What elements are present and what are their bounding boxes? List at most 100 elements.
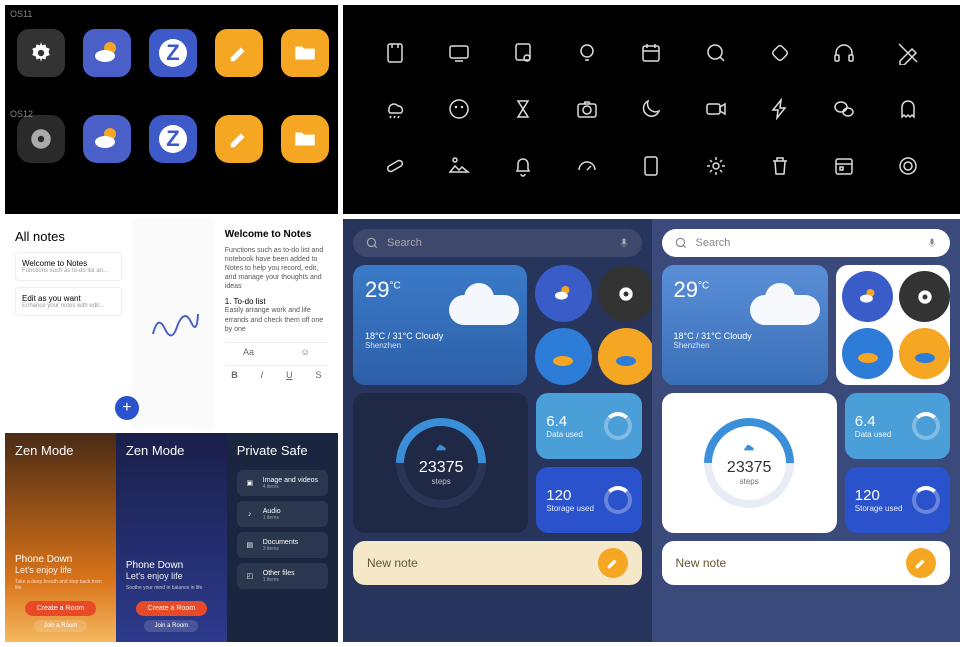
- note-card[interactable]: Edit as you want Enhance your notes with…: [15, 287, 122, 316]
- trash-icon: [768, 154, 792, 178]
- safe-item-other[interactable]: ◰Other files1 items: [237, 563, 328, 589]
- files-icon[interactable]: [281, 115, 329, 163]
- search-icon: [365, 236, 379, 250]
- notes-title: All notes: [15, 229, 122, 244]
- settings-icon[interactable]: [17, 115, 65, 163]
- private-safe: Private Safe ▣Image and videos4 items ♪A…: [227, 433, 338, 642]
- face-icon: [447, 97, 471, 121]
- dashboard-light: Search 29°C 18°C / 31°C Cloudy Shenzhen …: [652, 219, 960, 642]
- weather-shortcut[interactable]: [535, 265, 592, 322]
- safe-item-docs[interactable]: ▤Documents3 items: [237, 532, 328, 558]
- camera-icon: [575, 97, 599, 121]
- search-icon: [674, 236, 688, 250]
- os11-label: OS11: [10, 9, 32, 19]
- calendar-icon: [639, 41, 663, 65]
- settings-shortcut[interactable]: [598, 265, 655, 322]
- weather-icon[interactable]: [83, 29, 131, 77]
- storage-card[interactable]: 120Storage used: [536, 467, 641, 533]
- icon-library-panel: [343, 5, 960, 214]
- image-icon: [447, 154, 471, 178]
- date-icon: [832, 154, 856, 178]
- video-icon: [704, 97, 728, 121]
- os12-label: OS12: [10, 109, 33, 119]
- os-icons-panel: OS11 Z OS12 Z: [5, 5, 338, 214]
- progress-ring-icon: [604, 486, 632, 514]
- weather-shortcut[interactable]: [842, 271, 893, 322]
- file-icon: ◰: [243, 569, 257, 583]
- no-edit-icon: [896, 41, 920, 65]
- hourglass-icon: [511, 97, 535, 121]
- settings-shortcut[interactable]: [899, 271, 950, 322]
- mic-icon[interactable]: [926, 237, 938, 249]
- screen-icon: [447, 41, 471, 65]
- progress-ring-icon: [912, 486, 940, 514]
- join-room-button[interactable]: Join a Room: [144, 620, 198, 632]
- steps-card[interactable]: 23375steps: [662, 393, 837, 533]
- z-app-icon[interactable]: Z: [149, 115, 197, 163]
- doc-icon: ▤: [243, 538, 257, 552]
- dashboard-comparison: Search 29°C 18°C / 31°C Cloudy Shenzhen …: [343, 219, 960, 642]
- bold-button[interactable]: B: [231, 370, 238, 380]
- join-room-button[interactable]: Join a Room: [34, 620, 88, 632]
- shoe-icon: [434, 440, 448, 454]
- format-toolbar: Aa ☺: [225, 342, 328, 357]
- quick-apps: [535, 265, 642, 385]
- pill-icon: [383, 154, 407, 178]
- new-note-card[interactable]: New note: [353, 541, 642, 585]
- aa-button[interactable]: Aa: [243, 347, 254, 357]
- z-app-icon[interactable]: Z: [149, 29, 197, 77]
- doc-icon: [639, 154, 663, 178]
- note-card[interactable]: Welcome to Notes Functions such as to-do…: [15, 252, 122, 281]
- strike-button[interactable]: S: [315, 370, 321, 380]
- headphones-icon: [832, 41, 856, 65]
- app-shortcut[interactable]: [535, 328, 592, 385]
- zen-safe-panel: Zen Mode Phone Down Let's enjoy life Tak…: [5, 433, 338, 642]
- safe-item-audio[interactable]: ♪Audio1 items: [237, 501, 328, 527]
- gear-icon: [704, 154, 728, 178]
- app-shortcut[interactable]: [899, 328, 950, 379]
- zen-mode-orange: Zen Mode Phone Down Let's enjoy life Tak…: [5, 433, 116, 642]
- steps-card[interactable]: 23375steps: [353, 393, 528, 533]
- cloud-icon: [750, 295, 820, 325]
- italic-button[interactable]: I: [261, 370, 264, 380]
- dashboard-dark: Search 29°C 18°C / 31°C Cloudy Shenzhen …: [343, 219, 652, 642]
- storage-card[interactable]: 120Storage used: [845, 467, 950, 533]
- wechat-icon: [832, 97, 856, 121]
- weather-icon[interactable]: [83, 115, 131, 163]
- moon-icon: [639, 97, 663, 121]
- audio-icon: ♪: [243, 507, 257, 521]
- bolt-icon: [768, 97, 792, 121]
- safe-item-images[interactable]: ▣Image and videos4 items: [237, 470, 328, 496]
- weather-card[interactable]: 29°C 18°C / 31°C Cloudy Shenzhen: [353, 265, 527, 385]
- mic-icon[interactable]: [618, 237, 630, 249]
- create-room-button[interactable]: Create a Room: [25, 601, 96, 616]
- note-icon: [383, 41, 407, 65]
- data-card[interactable]: 6.4Data used: [845, 393, 950, 459]
- weather-card[interactable]: 29°C 18°C / 31°C Cloudy Shenzhen: [662, 265, 829, 385]
- circle-icon: [896, 154, 920, 178]
- create-room-button[interactable]: Create a Room: [136, 601, 207, 616]
- search-icon: [704, 41, 728, 65]
- search-bar[interactable]: Search: [353, 229, 642, 257]
- edit-icon[interactable]: [598, 548, 628, 578]
- edit-icon[interactable]: [906, 548, 936, 578]
- notes-panel: All notes Welcome to Notes Functions suc…: [5, 219, 338, 428]
- welcome-title: Welcome to Notes: [225, 229, 328, 240]
- notes-icon[interactable]: [215, 29, 263, 77]
- files-icon[interactable]: [281, 29, 329, 77]
- notes-icon[interactable]: [215, 115, 263, 163]
- settings-icon[interactable]: [17, 29, 65, 77]
- drawing-canvas[interactable]: [132, 219, 215, 428]
- app-shortcut[interactable]: [842, 328, 893, 379]
- progress-ring-icon: [912, 412, 940, 440]
- search-bar[interactable]: Search: [662, 229, 951, 257]
- app-shortcut[interactable]: [598, 328, 655, 385]
- cloud-icon: [449, 295, 519, 325]
- rotate-icon: [768, 41, 792, 65]
- new-note-card[interactable]: New note: [662, 541, 951, 585]
- rain-icon: [383, 97, 407, 121]
- underline-button[interactable]: U: [286, 370, 293, 380]
- data-card[interactable]: 6.4Data used: [536, 393, 641, 459]
- bell-icon: [511, 154, 535, 178]
- add-note-button[interactable]: +: [115, 396, 139, 420]
